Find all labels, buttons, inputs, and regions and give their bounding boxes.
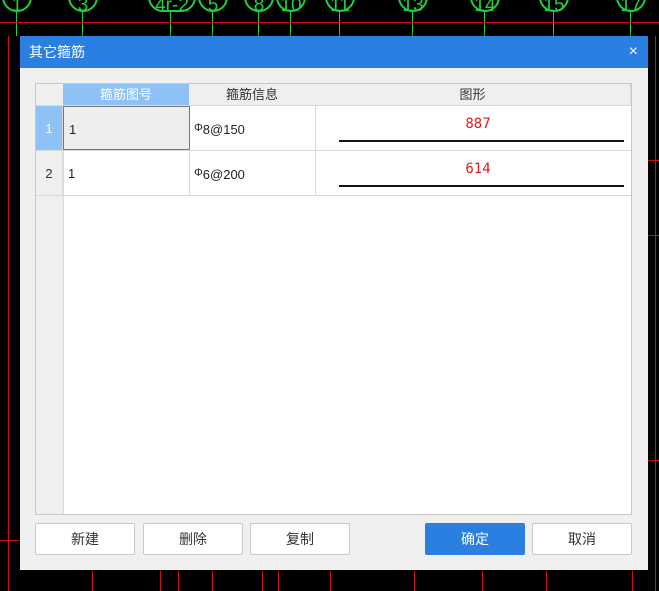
axis-bubble: 1	[2, 0, 32, 16]
grid-line	[648, 160, 659, 161]
axis-line	[170, 12, 171, 36]
grid-line	[655, 36, 656, 591]
axis-bubble: 14	[470, 0, 500, 16]
shape-line	[339, 185, 624, 187]
grid-line	[648, 235, 659, 236]
delete-button[interactable]: 删除	[143, 523, 243, 555]
grid-line	[330, 570, 331, 591]
axis-bubble: 15	[539, 0, 569, 16]
grid-line	[178, 570, 179, 591]
grid-line	[632, 570, 633, 591]
rebar-grade-icon: Φ	[194, 167, 203, 179]
close-icon[interactable]: ×	[629, 36, 638, 68]
axis-line	[339, 12, 340, 36]
column-header-shape[interactable]: 图形	[315, 84, 631, 106]
axis-line	[630, 12, 631, 36]
stirrup-table: 箍筋图号 箍筋信息 图形 1 1 Φ8@150 887 2 1 Φ6@200 6…	[35, 83, 632, 515]
grid-line	[92, 570, 93, 591]
shape-length-value: 614	[465, 161, 491, 177]
grid-line	[0, 540, 20, 541]
axis-line	[553, 12, 554, 36]
grid-line	[212, 570, 213, 591]
axis-bubble: 8	[244, 0, 274, 16]
axis-bubble: 5	[198, 0, 228, 16]
rebar-spec: 6@200	[202, 167, 245, 182]
grid-line	[482, 570, 483, 591]
shape-line	[339, 140, 624, 142]
figure-no-cell[interactable]: 1	[63, 151, 190, 195]
shape-cell[interactable]: 614	[315, 151, 631, 195]
grid-line	[262, 570, 263, 591]
row-number[interactable]: 2	[36, 151, 63, 195]
column-header-figure-no[interactable]: 箍筋图号	[63, 84, 190, 106]
copy-button[interactable]: 复制	[250, 523, 350, 555]
rebar-grade-icon: Φ	[194, 122, 203, 134]
axis-bubble: 17	[616, 0, 646, 16]
rebar-info-cell[interactable]: Φ8@150	[189, 106, 316, 150]
shape-length-value: 887	[465, 116, 491, 132]
axis-bubble: 10	[276, 0, 306, 16]
axis-line	[290, 12, 291, 36]
dialog-title: 其它箍筋	[29, 44, 85, 60]
dialog-titlebar[interactable]: 其它箍筋 ×	[20, 36, 648, 68]
shape-cell[interactable]: 887	[315, 106, 631, 150]
rebar-spec: 8@150	[202, 122, 245, 137]
grid-line	[414, 570, 415, 591]
corner-header[interactable]	[36, 84, 64, 106]
axis-bubble: 11	[325, 0, 355, 16]
column-header-rebar-info[interactable]: 箍筋信息	[189, 84, 316, 106]
grid-line	[160, 570, 161, 591]
axis-line	[258, 12, 259, 36]
grid-line	[648, 460, 659, 461]
cancel-button[interactable]: 取消	[532, 523, 632, 555]
ok-button[interactable]: 确定	[425, 523, 525, 555]
grid-line	[546, 570, 547, 591]
other-stirrup-dialog: 其它箍筋 × 箍筋图号 箍筋信息 图形 1 1 Φ8@150 887 2 1 Φ…	[20, 36, 648, 570]
axis-line	[16, 12, 17, 36]
axis-bubble: 13	[398, 0, 428, 16]
axis-bubble: 4r-2	[148, 0, 196, 16]
new-button[interactable]: 新建	[35, 523, 135, 555]
axis-bubble: 3	[68, 0, 98, 16]
figure-no-cell[interactable]: 1	[63, 106, 190, 150]
grid-line	[0, 22, 659, 23]
axis-line	[484, 12, 485, 36]
axis-line	[212, 12, 213, 36]
table-row[interactable]: 1 1 Φ8@150 887	[36, 106, 631, 151]
grid-line	[278, 570, 279, 591]
axis-line	[82, 12, 83, 36]
axis-line	[412, 12, 413, 36]
grid-line	[8, 36, 9, 591]
rebar-info-cell[interactable]: Φ6@200	[189, 151, 316, 195]
row-number[interactable]: 1	[36, 106, 63, 150]
table-row[interactable]: 2 1 Φ6@200 614	[36, 151, 631, 196]
